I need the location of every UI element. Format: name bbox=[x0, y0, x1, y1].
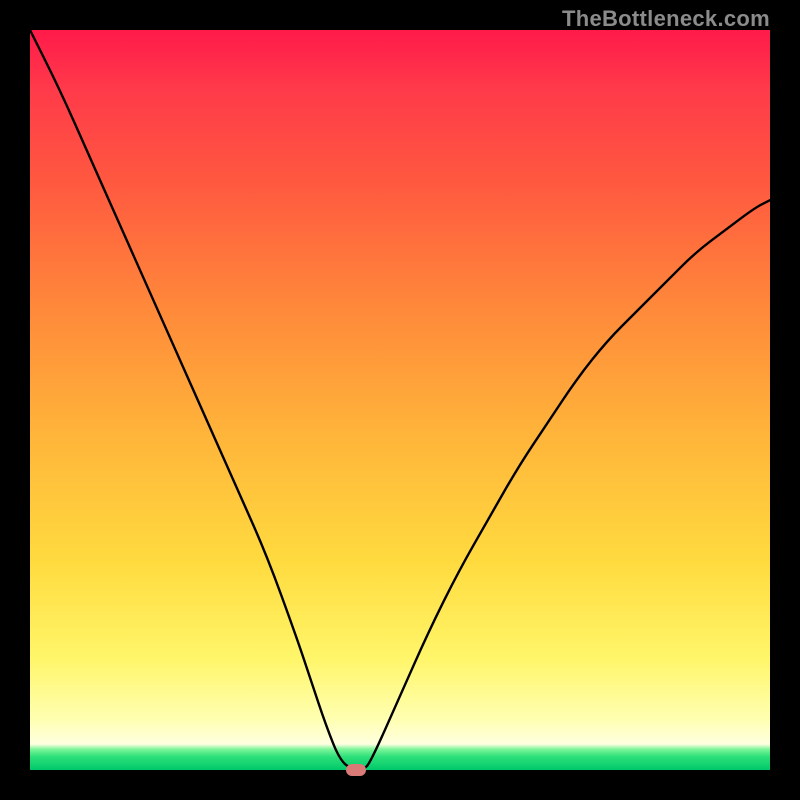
chart-frame: TheBottleneck.com bbox=[0, 0, 800, 800]
bottleneck-curve bbox=[30, 30, 770, 770]
plot-area bbox=[30, 30, 770, 770]
minimum-marker bbox=[346, 764, 366, 776]
watermark-text: TheBottleneck.com bbox=[562, 6, 770, 32]
